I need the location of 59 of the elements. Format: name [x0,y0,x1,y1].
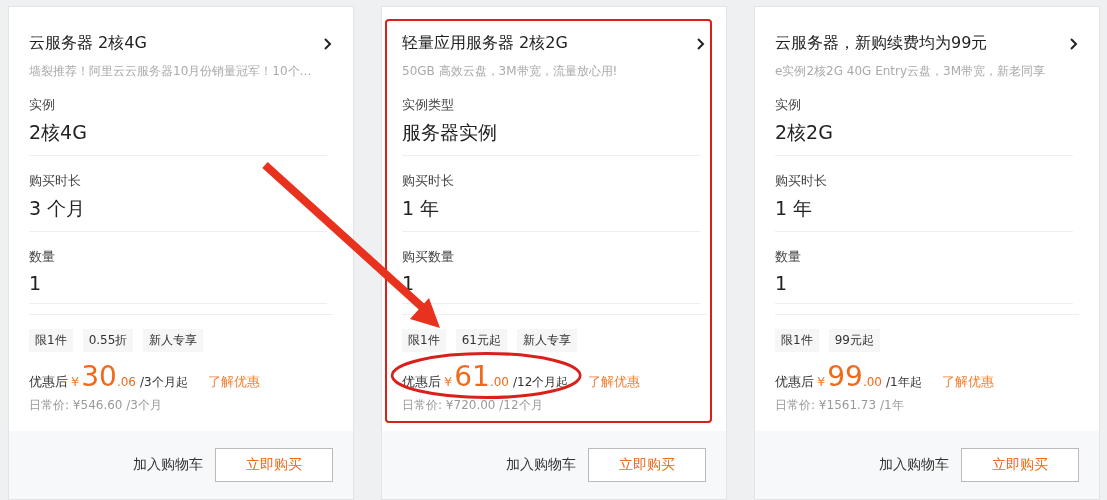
currency-symbol: ¥ [71,374,80,389]
field-value: 1 [775,272,788,294]
field-value: 2核2G [775,120,833,145]
price-prefix: 优惠后 [29,373,68,391]
price-decimal: .00 [489,375,509,389]
tag: 0.55折 [82,329,134,352]
price-integer: 61 [454,360,490,393]
field-label: 购买数量 [402,248,455,266]
tag: 新人专享 [516,329,577,352]
card-title: 云服务器，新购续费均为99元 [775,33,988,54]
regular-price: 日常价: ¥546.60 /3个月 [29,397,163,414]
buy-now-button[interactable]: 立即购买 [215,448,333,482]
chevron-right-icon[interactable] [323,36,333,51]
field-label: 购买时长 [775,172,828,190]
add-to-cart-button[interactable]: 加入购物车 [879,456,949,474]
buy-now-button[interactable]: 立即购买 [961,448,1079,482]
chevron-right-icon[interactable] [1069,36,1079,51]
add-to-cart-button[interactable]: 加入购物车 [506,456,576,474]
price-unit: /3个月起 [140,374,188,391]
field-value: 1 [29,272,42,294]
card-title: 轻量应用服务器 2核2G [402,33,568,54]
price-integer: 99 [827,360,863,393]
field-label: 实例类型 [402,96,455,114]
tag: 99元起 [828,329,880,352]
field-label: 购买时长 [402,172,455,190]
buy-now-button[interactable]: 立即购买 [588,448,706,482]
discount-link[interactable]: 了解优惠 [207,373,260,391]
field-label: 数量 [775,248,802,266]
currency-symbol: ¥ [444,374,453,389]
field-value: 1 年 [775,196,813,221]
tag: 新人专享 [143,329,204,352]
regular-price: 日常价: ¥720.00 /12个月 [402,397,544,414]
price-decimal: .06 [116,375,136,389]
chevron-right-icon[interactable] [696,36,706,51]
price-integer: 30 [81,360,117,393]
field-value: 3 个月 [29,196,86,221]
card-subtitle: 50GB 高效云盘，3M带宽，流量放心用! [402,63,619,80]
tag: 限1件 [29,329,73,352]
card-title: 云服务器 2核4G [29,33,147,54]
tag: 限1件 [402,329,446,352]
discount-link[interactable]: 了解优惠 [588,373,641,391]
price-decimal: .00 [862,375,882,389]
field-value: 2核4G [29,120,87,145]
regular-price: 日常价: ¥1561.73 /1年 [775,397,905,414]
card-subtitle: 墙裂推荐！阿里云云服务器10月份销量冠军！10个… [29,63,313,80]
price-prefix: 优惠后 [775,373,814,391]
tag: 61元起 [455,329,507,352]
currency-symbol: ¥ [817,374,826,389]
add-to-cart-button[interactable]: 加入购物车 [133,456,203,474]
price-unit: /1年起 [886,374,922,391]
field-label: 实例 [775,96,802,114]
card-subtitle: e实例2核2G 40G Entry云盘，3M带宽，新老同享 [775,63,1047,80]
discount-link[interactable]: 了解优惠 [941,373,994,391]
field-value: 1 年 [402,196,440,221]
field-label: 数量 [29,248,56,266]
field-label: 购买时长 [29,172,82,190]
field-label: 实例 [29,96,56,114]
tag: 限1件 [775,329,819,352]
field-value: 服务器实例 [402,120,497,145]
